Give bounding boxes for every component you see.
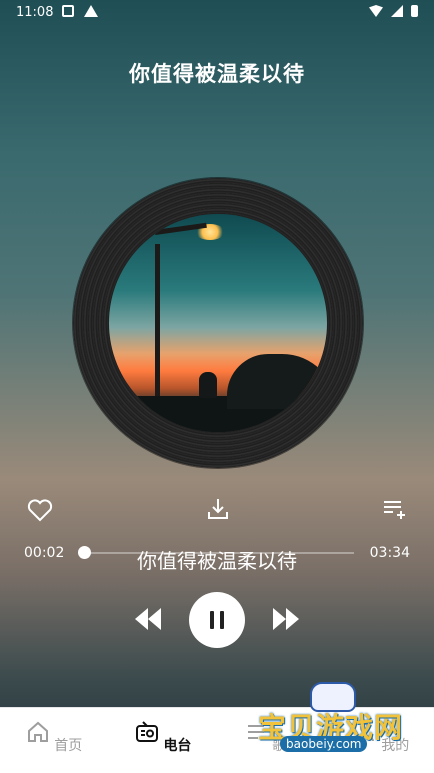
nav-item-radio[interactable]: 电台 (123, 716, 203, 772)
trees (227, 354, 327, 409)
watermark-url: baobeiy.com (280, 736, 368, 752)
lyric-line: 你值得被温柔以待 (137, 549, 297, 573)
nav-label-radio: 电台 (163, 738, 192, 754)
add-to-playlist-icon[interactable] (381, 496, 407, 522)
song-title: 你值得被温柔以待 (129, 62, 305, 86)
playback-controls (0, 592, 434, 648)
heart-icon[interactable] (27, 498, 53, 522)
watermark: 宝贝游戏网 baobeiy.com (258, 678, 408, 768)
battery-icon (411, 5, 418, 17)
download-icon[interactable] (205, 496, 231, 522)
signal-icon (391, 5, 403, 17)
pause-button[interactable] (189, 592, 245, 648)
person-silhouette (199, 372, 217, 398)
status-left-icons (62, 5, 98, 17)
wifi-icon (369, 5, 383, 17)
pause-icon (210, 611, 214, 629)
player-screen: 11:08 你值得被温柔以待 00:02 03:34 你值得被温柔以待 首页 电… (0, 0, 434, 773)
nav-item-home[interactable]: 首页 (14, 716, 94, 772)
pause-icon (220, 611, 224, 629)
status-bar: 11:08 (0, 0, 434, 26)
previous-icon[interactable] (133, 606, 163, 632)
app-notification-icon (62, 5, 74, 17)
album-cover (109, 214, 327, 432)
home-icon (27, 721, 48, 742)
lamp-post (155, 244, 160, 404)
radio-icon (135, 721, 158, 742)
status-time: 11:08 (16, 5, 54, 20)
action-row (0, 496, 434, 526)
status-right-icons (369, 5, 418, 17)
next-icon[interactable] (271, 606, 301, 632)
nav-label-home: 首页 (54, 738, 83, 754)
vinyl-record[interactable] (73, 178, 363, 468)
warning-icon (84, 5, 98, 17)
